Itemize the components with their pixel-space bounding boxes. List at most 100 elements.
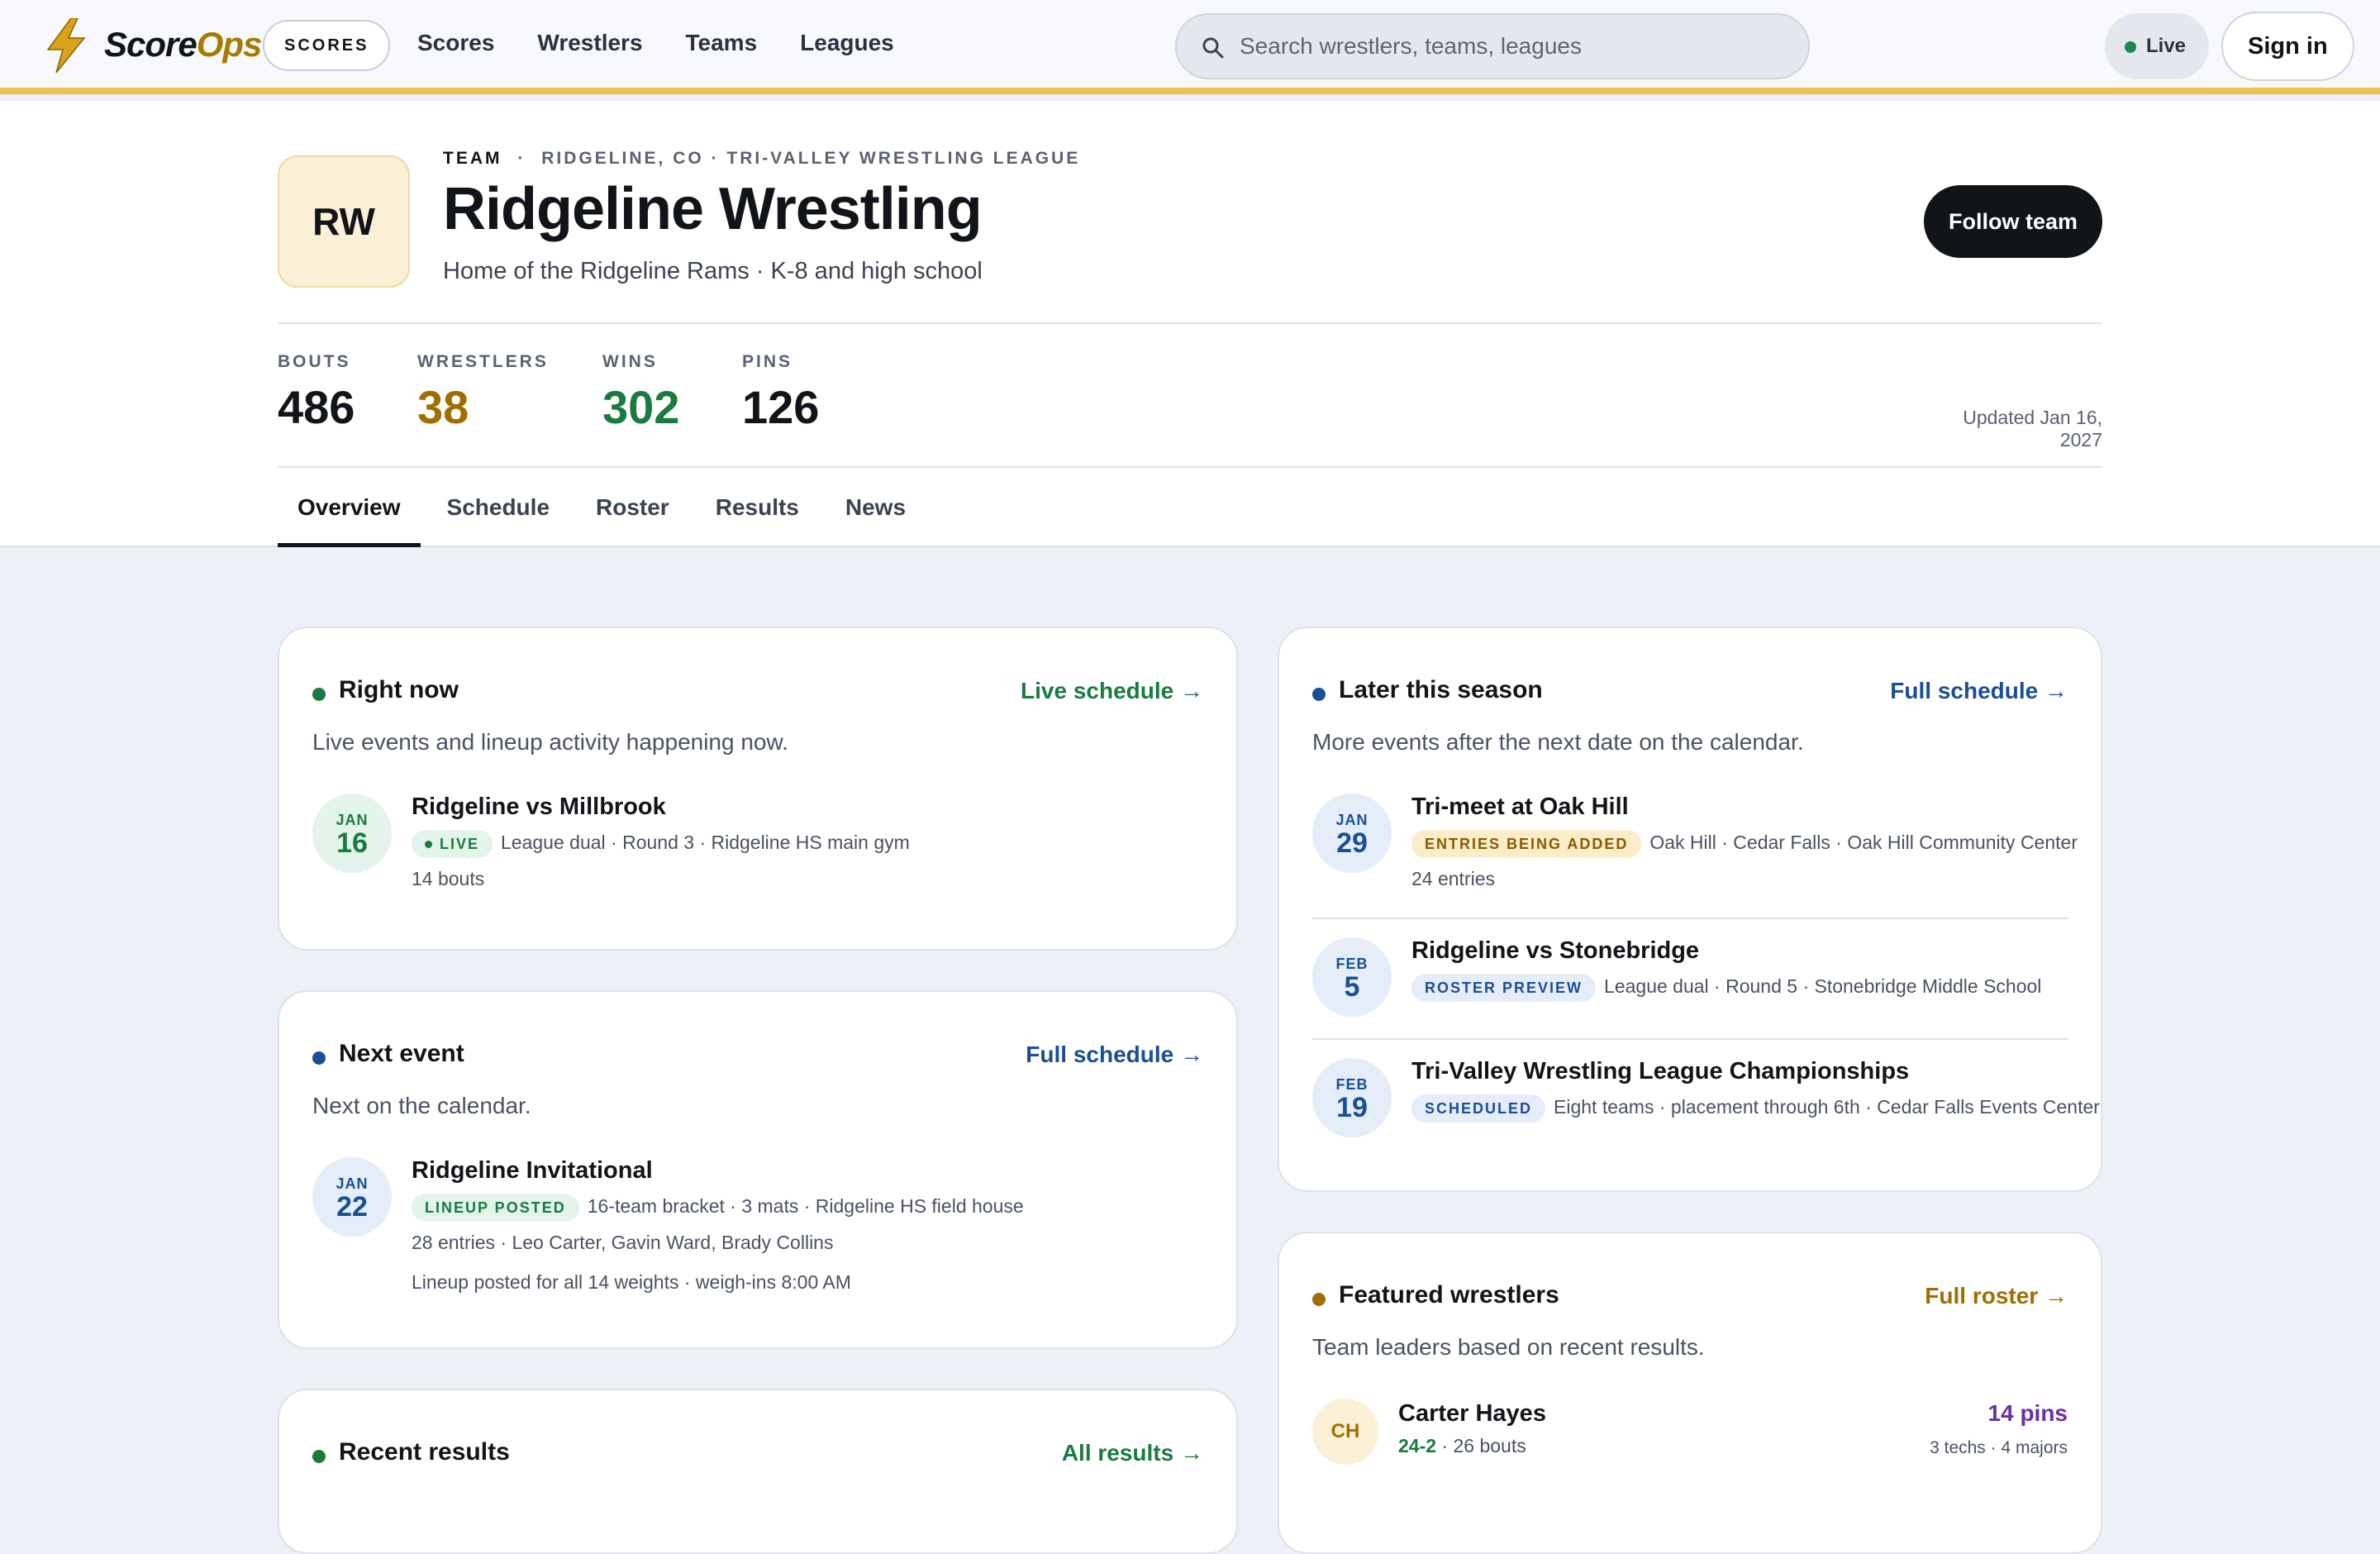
stat-label: BOUTS	[278, 352, 351, 371]
card-title: Featured wrestlers	[1339, 1281, 1559, 1309]
date-badge: JAN 16	[312, 794, 392, 873]
page-title: Ridgeline Wrestling	[443, 176, 983, 242]
follow-team-button[interactable]: Follow team	[1924, 185, 2102, 258]
top-navigation-bar: ScoreOps SCORES Scores Wrestlers Teams L…	[0, 0, 2380, 94]
date-day: 29	[1336, 827, 1368, 859]
full-schedule-link[interactable]: Full schedule →	[1026, 1042, 1203, 1068]
full-roster-link[interactable]: Full roster →	[1925, 1283, 2068, 1309]
date-month: JAN	[1335, 812, 1368, 828]
stat-label: PINS	[742, 352, 793, 371]
search-icon	[1202, 37, 1224, 59]
updated-timestamp: Updated Jan 16, 2027	[1963, 407, 2102, 450]
stat-value: 486	[278, 381, 355, 433]
date-day: 5	[1344, 971, 1360, 1003]
status-dot	[1312, 688, 1326, 701]
later-this-season-card: Later this season Full schedule → More e…	[1278, 627, 2102, 1192]
team-location: RIDGELINE, CO · TRI-VALLEY WRESTLING LEA…	[541, 149, 1081, 168]
wrestler-row[interactable]: CH Carter Hayes 24-2 · 26 bouts 14 pins …	[1312, 1399, 2068, 1473]
status-dot	[312, 1450, 326, 1463]
brand-name-accent: Ops	[196, 25, 263, 64]
search-box	[1175, 13, 1810, 79]
tab-schedule[interactable]: Schedule	[427, 468, 569, 547]
next-event-card: Next event Full schedule → Next on the c…	[278, 990, 1238, 1349]
card-subtitle: More events after the next date on the c…	[1312, 729, 1804, 755]
divider	[1312, 1038, 2068, 1040]
team-header: RW TEAM · RIDGELINE, CO · TRI-VALLEY WRE…	[0, 101, 2380, 547]
scheduled-badge: SCHEDULED	[1411, 1094, 1546, 1123]
date-month: JAN	[336, 812, 369, 828]
event-note: Lineup posted for all 14 weights · weigh…	[412, 1271, 851, 1293]
tab-overview[interactable]: Overview	[278, 468, 421, 547]
wrestler-record-line: 24-2 · 26 bouts	[1398, 1435, 1526, 1457]
roster-preview-badge: ROSTER PREVIEW	[1411, 974, 1597, 1002]
wrestler-name: Carter Hayes	[1398, 1400, 1546, 1427]
date-day: 16	[336, 827, 368, 859]
nav-leagues[interactable]: Leagues	[800, 30, 894, 56]
status-dot	[1312, 1293, 1326, 1306]
date-day: 22	[336, 1191, 368, 1223]
sign-in-button[interactable]: Sign in	[2221, 12, 2354, 81]
live-schedule-link[interactable]: Live schedule →	[1021, 678, 1203, 704]
wrestler-bouts: · 26 bouts	[1436, 1435, 1526, 1456]
tab-results[interactable]: Results	[696, 468, 819, 547]
event-title: Tri-meet at Oak Hill	[1411, 794, 1629, 820]
main-nav: Scores Wrestlers Teams Leagues	[417, 30, 894, 56]
entries-badge: ENTRIES BEING ADDED	[1411, 830, 1642, 858]
stat-value: 126	[742, 381, 820, 433]
nav-teams[interactable]: Teams	[686, 30, 758, 56]
wrestler-record: 24-2	[1398, 1435, 1437, 1456]
right-now-card: Right now Live schedule → Live events an…	[278, 627, 1238, 951]
brand-name-primary: Score	[104, 25, 198, 64]
event-details: Oak Hill · Cedar Falls · Oak Hill Commun…	[1649, 832, 2078, 854]
stat-label: WRESTLERS	[417, 352, 549, 371]
status-dot	[312, 1051, 326, 1065]
event-details: League dual · Round 3 · Ridgeline HS mai…	[501, 832, 910, 854]
tab-roster[interactable]: Roster	[576, 468, 689, 547]
date-badge: FEB 19	[1312, 1058, 1392, 1137]
event-item[interactable]: JAN 29 Tri-meet at Oak Hill ENTRIES BEIN…	[1312, 794, 2078, 893]
date-month: FEB	[1335, 1076, 1368, 1093]
event-meta: ROSTER PREVIEW League dual · Round 5 · St…	[1411, 974, 2041, 1002]
live-status-button[interactable]: Live	[2105, 13, 2210, 79]
all-results-link[interactable]: All results →	[1062, 1440, 1203, 1466]
event-item[interactable]: FEB 19 Tri-Valley Wrestling League Champ…	[1312, 1058, 2100, 1141]
avatar: CH	[1312, 1399, 1378, 1465]
lightning-bolt-logo-icon[interactable]	[43, 18, 89, 73]
event-meta: LINEUP POSTED 16-team bracket · 3 mats · …	[412, 1194, 1024, 1222]
event-item[interactable]: JAN 16 Ridgeline vs Millbrook LIVE League…	[312, 794, 1203, 893]
event-details: League dual · Round 5 · Stonebridge Midd…	[1604, 975, 2042, 998]
event-details: Eight teams · placement through 6th · Ce…	[1554, 1096, 2100, 1118]
tab-news[interactable]: News	[826, 468, 926, 547]
stat-wrestlers: WRESTLERS 38	[417, 352, 549, 434]
event-item[interactable]: JAN 22 Ridgeline Invitational LINEUP POS…	[312, 1157, 1203, 1306]
event-details: 16-team bracket · 3 mats · Ridgeline HS …	[587, 1195, 1024, 1218]
nav-scores[interactable]: Scores	[417, 30, 494, 56]
team-tabs: Overview Schedule Roster Results News	[278, 468, 926, 547]
card-title: Recent results	[339, 1438, 510, 1466]
full-schedule-link[interactable]: Full schedule →	[1890, 678, 2068, 704]
lineup-posted-badge: LINEUP POSTED	[412, 1194, 579, 1222]
stat-bouts: BOUTS 486	[278, 352, 355, 434]
event-entries: 28 entries · Leo Carter, Gavin Ward, Bra…	[412, 1232, 834, 1253]
date-day: 19	[1336, 1092, 1368, 1123]
nav-wrestlers[interactable]: Wrestlers	[537, 30, 642, 56]
recent-results-card: Recent results All results →	[278, 1389, 1238, 1554]
search-input[interactable]	[1240, 15, 1785, 78]
eyebrow-separator: ·	[517, 149, 526, 168]
event-meta: SCHEDULED Eight teams · placement through…	[1411, 1094, 2100, 1123]
team-tagline: Home of the Ridgeline Rams · K-8 and hig…	[443, 258, 983, 284]
event-title: Ridgeline vs Stonebridge	[1411, 937, 1700, 964]
stat-pins: PINS 126	[742, 352, 819, 434]
scores-section-pill[interactable]: SCORES	[263, 20, 391, 71]
featured-wrestlers-card: Featured wrestlers Full roster → Team le…	[1278, 1232, 2102, 1554]
status-dot	[312, 688, 326, 701]
divider	[1312, 918, 2068, 919]
event-entries: 24 entries	[1411, 868, 1496, 889]
stat-value: 38	[417, 381, 469, 433]
event-item[interactable]: FEB 5 Ridgeline vs Stonebridge ROSTER PR…	[1312, 937, 2068, 1020]
card-title: Right now	[339, 676, 459, 703]
brand-logo-text[interactable]: ScoreOps	[104, 25, 263, 64]
wrestler-stat-detail: 3 techs · 4 majors	[1930, 1438, 2068, 1457]
card-subtitle: Live events and lineup activity happenin…	[312, 729, 788, 755]
event-bout-count: 14 bouts	[412, 868, 485, 889]
